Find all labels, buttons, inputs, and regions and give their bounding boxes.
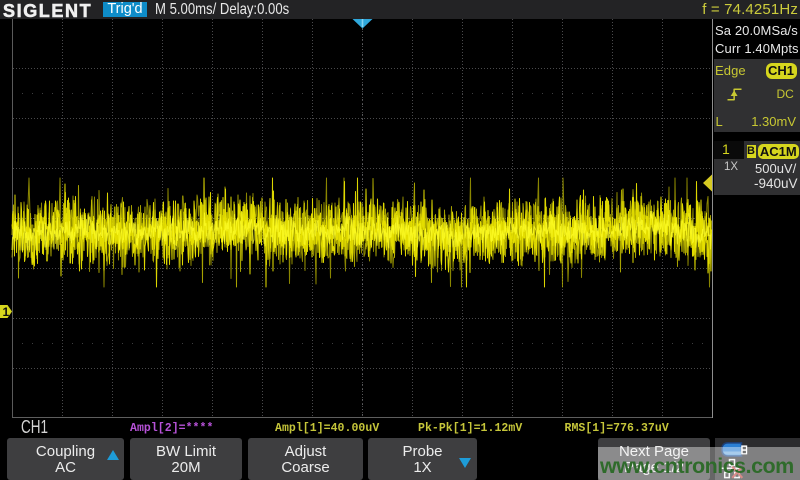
svg-text:1: 1 — [3, 305, 10, 319]
